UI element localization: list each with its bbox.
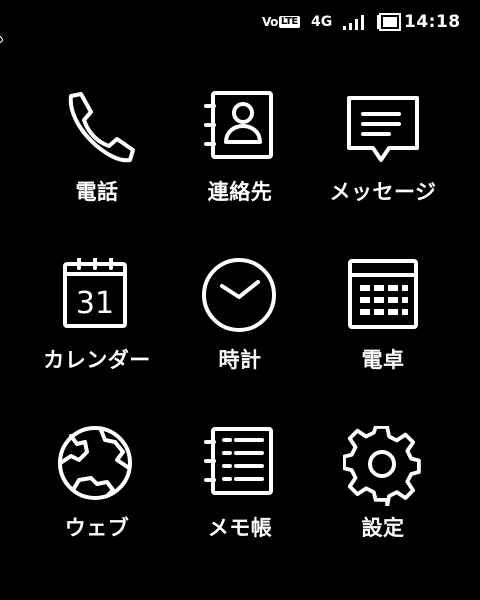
calendar-day-text: 31 <box>76 286 114 321</box>
clock-icon <box>200 258 280 338</box>
app-calculator[interactable]: 電卓 <box>308 258 458 388</box>
app-notepad[interactable]: メモ帳 <box>165 426 315 556</box>
globe-icon <box>57 426 137 506</box>
app-calendar[interactable]: 31 カレンダー <box>22 258 172 388</box>
phone-icon <box>57 90 137 170</box>
app-contacts[interactable]: 連絡先 <box>165 90 315 220</box>
contacts-icon <box>200 90 280 170</box>
app-label-messages: メッセージ <box>329 180 437 204</box>
app-grid: 電話 連絡先 メッセージ 31 カレンダー 時計 電卓 ウェブ メモ帳 設定 <box>0 0 480 600</box>
calendar-icon: 31 <box>57 258 137 338</box>
app-label-calculator: 電卓 <box>361 348 405 372</box>
notepad-icon <box>200 426 280 506</box>
calculator-icon <box>343 258 423 338</box>
app-phone[interactable]: 電話 <box>22 90 172 220</box>
app-label-settings: 設定 <box>361 516 405 540</box>
app-web[interactable]: ウェブ <box>22 426 172 556</box>
app-clock[interactable]: 時計 <box>165 258 315 388</box>
gear-icon <box>343 426 423 506</box>
message-icon <box>343 90 423 170</box>
app-messages[interactable]: メッセージ <box>308 90 458 220</box>
app-settings[interactable]: 設定 <box>308 426 458 556</box>
